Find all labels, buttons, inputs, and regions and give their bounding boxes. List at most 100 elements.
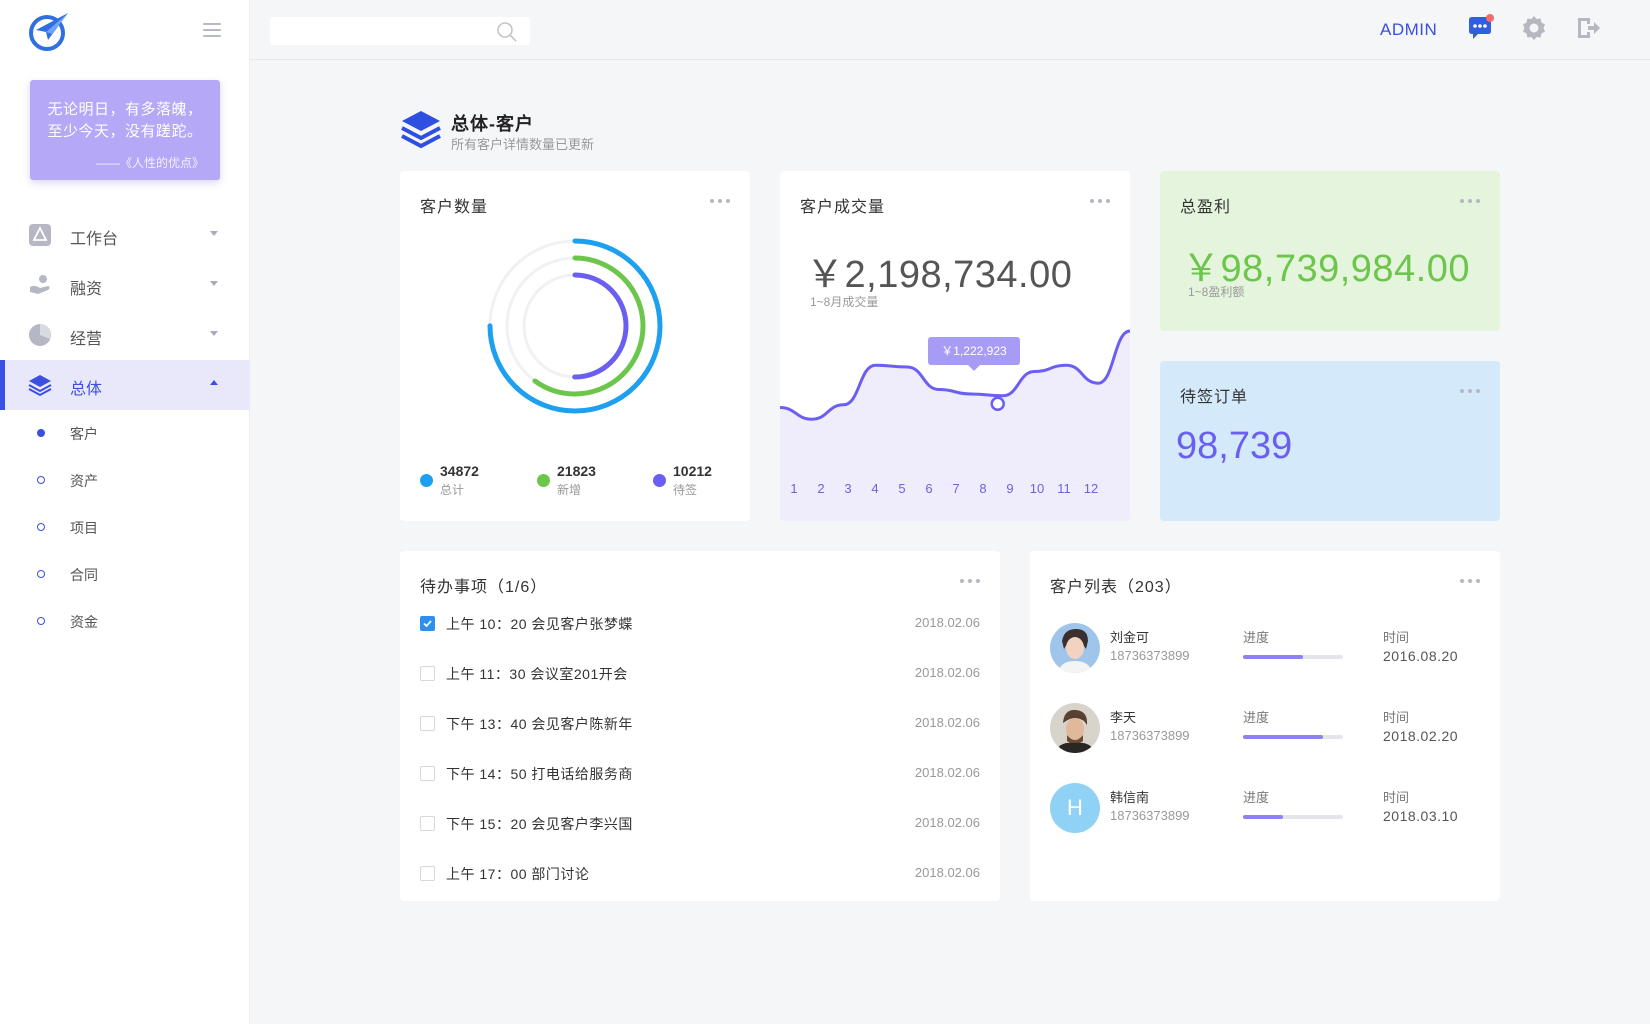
- chart-tooltip: ￥1,222,923: [928, 337, 1020, 371]
- layers-icon: [28, 375, 52, 397]
- pending-value: 98,739: [1176, 425, 1293, 467]
- customer-name: 李天: [1110, 710, 1137, 725]
- sidebar-subitem-funds[interactable]: 资金: [0, 598, 250, 645]
- legend-total: 34872 总计: [420, 463, 520, 497]
- customer-row[interactable]: 李天 18736373899 进度 时间 2018.02.20: [1050, 703, 1480, 759]
- search-input[interactable]: [280, 21, 480, 41]
- more-icon[interactable]: [1460, 199, 1484, 205]
- more-icon[interactable]: [1460, 389, 1484, 395]
- sidebar-subitem-contracts[interactable]: 合同: [0, 551, 250, 598]
- card-title: 客户成交量: [800, 199, 886, 216]
- time-label: 时间: [1383, 710, 1410, 725]
- quote-source: ——《人性的优点》: [95, 156, 204, 170]
- pending-orders-card: 待签订单 98,739: [1160, 361, 1500, 521]
- chevron-up-icon: [210, 380, 218, 385]
- more-icon[interactable]: [960, 579, 984, 585]
- customer-phone: 18736373899: [1110, 648, 1190, 663]
- customer-list-card: 客户列表（203） 刘金可 18736373899 进度 时间 2016.08.…: [1030, 551, 1500, 901]
- menu-toggle-icon[interactable]: [203, 23, 221, 37]
- sidebar-item-label: 总体: [70, 381, 103, 398]
- x-tick-label: 12: [1083, 481, 1099, 496]
- legend-label: 待签: [673, 483, 698, 497]
- todo-text: 下午 14：50 打电话给服务商: [446, 766, 633, 782]
- customer-phone: 18736373899: [1110, 808, 1190, 823]
- customer-time: 2018.03.10: [1383, 808, 1459, 824]
- sidebar-item-workbench[interactable]: 工作台: [0, 210, 250, 260]
- more-icon[interactable]: [1460, 579, 1484, 585]
- highlight-point[interactable]: [990, 396, 1005, 412]
- card-title: 待签订单: [1180, 389, 1249, 406]
- x-tick-label: 4: [871, 481, 879, 496]
- sidebar-subitem-label: 客户: [70, 426, 98, 442]
- sidebar-item-overall[interactable]: 总体: [0, 360, 250, 410]
- legend-label: 新增: [557, 483, 582, 497]
- customer-row[interactable]: 刘金可 18736373899 进度 时间 2016.08.20: [1050, 623, 1480, 679]
- page-title: 总体-客户: [451, 114, 534, 134]
- card-title: 待办事项（1/6）: [420, 579, 548, 596]
- checkbox[interactable]: [420, 666, 435, 681]
- sidebar-subitem-assets[interactable]: 资产: [0, 457, 250, 504]
- profit-caption: 1~8盈利额: [1188, 285, 1245, 299]
- x-tick-label: 6: [925, 481, 933, 496]
- checkbox[interactable]: [420, 766, 435, 781]
- todo-text: 上午 10：20 会见客户张梦蝶: [446, 616, 633, 632]
- more-icon[interactable]: [710, 199, 734, 205]
- customer-name: 刘金可: [1110, 630, 1150, 645]
- todo-item: 下午 15：20 会见客户李兴国 2018.02.06: [420, 811, 980, 837]
- legend-dot: [537, 474, 550, 487]
- legend-dot: [653, 474, 666, 487]
- customer-row[interactable]: H 韩信南 18736373899 进度 时间 2018.03.10: [1050, 783, 1480, 839]
- todo-date: 2018.02.06: [914, 615, 980, 630]
- legend-value: 34872: [440, 463, 479, 479]
- sidebar: 无论明日，有多落魄， 至少今天，没有蹉跎。 ——《人性的优点》 工作台 融资 经…: [0, 0, 250, 1024]
- sidebar-item-financing[interactable]: 融资: [0, 260, 250, 310]
- layers-icon: [401, 111, 441, 149]
- quote-line-2: 至少今天，没有蹉跎。: [47, 123, 203, 140]
- x-tick-label: 5: [898, 481, 906, 496]
- sidebar-item-operations[interactable]: 经营: [0, 310, 250, 360]
- workbench-icon: [29, 224, 51, 246]
- legend-new: 21823 新增: [537, 463, 637, 497]
- progress-label: 进度: [1243, 630, 1270, 645]
- avatar: [1050, 623, 1100, 673]
- x-tick-label: 11: [1057, 481, 1071, 496]
- pie-chart-icon: [29, 324, 51, 346]
- deals-amount: ￥2,198,734.00: [806, 254, 1073, 296]
- sidebar-subitem-customer[interactable]: 客户: [0, 410, 250, 457]
- progress-label: 进度: [1243, 710, 1270, 725]
- settings-icon[interactable]: [1520, 14, 1548, 42]
- chat-icon[interactable]: [1466, 14, 1494, 42]
- card-title: 客户列表（203）: [1050, 579, 1182, 596]
- todo-card: 待办事项（1/6） 上午 10：20 会见客户张梦蝶 2018.02.06 上午…: [400, 551, 1000, 901]
- sidebar-subitem-label: 资产: [70, 473, 98, 489]
- chevron-down-icon: [210, 331, 218, 336]
- sidebar-nav: 工作台 融资 经营 总体 客户 资产 项目 合同 资金: [0, 210, 250, 645]
- x-axis-labels: 1 2 3 4 5 6 7 8 9 10 11 12: [780, 481, 1130, 501]
- card-title: 客户数量: [420, 199, 489, 216]
- search-icon[interactable]: [496, 21, 518, 43]
- todo-text: 下午 13：40 会见客户陈新年: [446, 716, 633, 732]
- customer-name: 韩信南: [1110, 790, 1150, 805]
- checkbox[interactable]: [420, 816, 435, 831]
- todo-date: 2018.02.06: [914, 765, 980, 780]
- logo-icon[interactable]: [28, 10, 70, 52]
- bullet-icon: [37, 523, 45, 531]
- sidebar-subitem-projects[interactable]: 项目: [0, 504, 250, 551]
- todo-item: 上午 17：00 部门讨论 2018.02.06: [420, 861, 980, 887]
- chevron-down-icon: [210, 281, 218, 286]
- user-name[interactable]: ADMIN: [1380, 20, 1437, 40]
- x-tick-label: 3: [844, 481, 852, 496]
- quote-card: 无论明日，有多落魄， 至少今天，没有蹉跎。 ——《人性的优点》: [30, 80, 220, 180]
- checkbox[interactable]: [420, 866, 435, 881]
- progress-bar: [1243, 655, 1343, 659]
- search-box: [270, 17, 530, 45]
- more-icon[interactable]: [1090, 199, 1114, 205]
- logout-icon[interactable]: [1574, 14, 1602, 42]
- legend-label: 总计: [440, 483, 465, 497]
- checkbox[interactable]: [420, 616, 435, 631]
- checkbox[interactable]: [420, 716, 435, 731]
- deals-caption: 1~8月成交量: [810, 295, 879, 309]
- x-tick-label: 7: [952, 481, 960, 496]
- progress-label: 进度: [1243, 790, 1270, 805]
- todo-item: 上午 11：30 会议室201开会 2018.02.06: [420, 661, 980, 687]
